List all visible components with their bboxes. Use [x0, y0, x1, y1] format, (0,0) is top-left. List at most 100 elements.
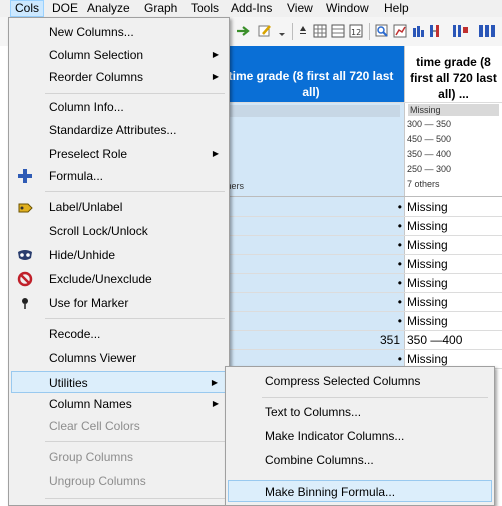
menu-item-label: Make Indicator Columns... [265, 429, 405, 443]
graph-builder-icon[interactable] [393, 24, 407, 38]
menu-separator [45, 441, 225, 442]
menu-tools[interactable]: Tools [187, 0, 223, 17]
column-header[interactable]: time grade (8 first all 720 last all) ..… [405, 46, 502, 102]
menu-item-column-names[interactable]: Column Names ▶ [11, 393, 227, 415]
menu-help[interactable]: Help [380, 0, 413, 17]
fit-model-icon[interactable] [452, 24, 470, 38]
table-cell[interactable]: • [390, 217, 402, 236]
menu-window[interactable]: Window [322, 0, 373, 17]
menu-view[interactable]: View [283, 0, 317, 17]
menu-item-reorder-columns[interactable]: Reorder Columns ▶ [11, 66, 227, 88]
sort-ascending-icon[interactable] [298, 24, 308, 38]
menu-item-use-for-marker[interactable]: Use for Marker [11, 292, 227, 314]
table-cell[interactable]: Missing [407, 312, 448, 331]
menu-doe[interactable]: DOE [48, 0, 82, 17]
menu-item-standardize-attributes[interactable]: Standardize Attributes... [11, 119, 227, 141]
row-divider [218, 292, 502, 293]
calculator-icon[interactable]: 12 [349, 24, 363, 38]
table-icon[interactable] [313, 24, 327, 38]
dropdown-icon[interactable] [278, 24, 286, 38]
submenu-arrow-icon: ▶ [212, 149, 219, 158]
menu-item-label: Column Info... [49, 100, 124, 114]
marker-pin-icon [17, 295, 33, 311]
menu-item-combine-columns[interactable]: Combine Columns... [228, 449, 492, 471]
menu-cols[interactable]: Cols [10, 0, 45, 17]
menu-item-exclude-unexclude[interactable]: Exclude/Unexclude [11, 268, 227, 290]
menu-item-clear-cell-colors: Clear Cell Colors [11, 415, 227, 437]
table-cell[interactable]: • [390, 293, 402, 312]
table-cell[interactable]: • [390, 255, 402, 274]
menu-item-formula[interactable]: Formula... [11, 165, 227, 187]
summary-divider [218, 196, 502, 197]
menu-item-label: Preselect Role [49, 147, 128, 161]
column-summary-left: thers [218, 103, 404, 195]
menu-item-hide-unhide[interactable]: Hide/Unhide [11, 244, 227, 266]
menu-item-label: Exclude/Unexclude [49, 272, 152, 286]
menu-item-label: Compress Selected Columns [265, 374, 421, 388]
column-header-label: time grade (8 first all 720 last all) ..… [410, 55, 497, 101]
utilities-submenu: Compress Selected Columns Text to Column… [225, 366, 495, 506]
submenu-arrow-icon: ▶ [212, 50, 219, 59]
menu-item-column-info[interactable]: Column Info... [11, 96, 227, 118]
distribution-icon[interactable] [411, 24, 425, 38]
submenu-arrow-icon: ▶ [212, 72, 219, 81]
fit-y-by-x-icon[interactable] [429, 24, 447, 38]
row-divider [218, 311, 502, 312]
magnify-icon[interactable] [375, 24, 389, 38]
svg-text:12: 12 [351, 28, 361, 37]
table-cell[interactable]: Missing [407, 198, 448, 217]
table-cell[interactable]: Missing [407, 255, 448, 274]
table-cell[interactable]: • [390, 236, 402, 255]
menu-item-label-unlabel[interactable]: Label/Unlabel [11, 196, 227, 218]
row-divider [218, 216, 502, 217]
table-cell[interactable]: Missing [407, 236, 448, 255]
menu-item-recode[interactable]: Recode... [11, 323, 227, 345]
summary-bar-missing: Missing [408, 104, 499, 116]
menu-bar: Cols DOE Analyze Graph Tools Add-Ins Vie… [0, 0, 502, 18]
menu-item-ungroup-columns: Ungroup Columns [11, 470, 227, 492]
menu-separator [45, 191, 225, 192]
menu-item-make-indicator-columns[interactable]: Make Indicator Columns... [228, 425, 492, 447]
table-cell[interactable]: Missing [407, 293, 448, 312]
menu-item-scroll-lock[interactable]: Scroll Lock/Unlock [11, 220, 227, 242]
menu-item-label: Label/Unlabel [49, 200, 123, 214]
row-divider [218, 254, 502, 255]
summary-level: 450 — 500 [407, 134, 452, 144]
summary-bar [222, 105, 400, 117]
table-cell[interactable]: • [390, 274, 402, 293]
list-table-icon[interactable] [331, 24, 345, 38]
menu-item-label: Formula... [49, 169, 104, 183]
menu-item-utilities[interactable]: Utilities ▶ [11, 371, 227, 393]
menu-analyze[interactable]: Analyze [83, 0, 134, 17]
menu-item-new-columns[interactable]: New Columns... [11, 21, 227, 43]
column-header-selected[interactable]: time grade (8 first all 720 last all) [218, 46, 404, 102]
row-divider [218, 349, 502, 350]
menu-separator [262, 397, 488, 398]
table-cell[interactable]: 351 [330, 331, 400, 350]
run-arrow-icon[interactable] [236, 24, 251, 38]
menu-item-preselect-role[interactable]: Preselect Role ▶ [11, 143, 227, 165]
label-tag-icon [17, 199, 33, 215]
menu-item-make-binning-formula[interactable]: Make Binning Formula... [228, 480, 492, 502]
menu-item-columns-viewer[interactable]: Columns Viewer [11, 347, 227, 369]
menu-graph[interactable]: Graph [140, 0, 181, 17]
menu-item-label: Utilities [49, 376, 88, 390]
menu-add-ins[interactable]: Add-Ins [227, 0, 276, 17]
column-header-selected-label: time grade (8 first all 720 last all) [228, 69, 394, 99]
table-cell[interactable]: • [390, 198, 402, 217]
menu-item-label: Recode... [49, 327, 101, 341]
menu-item-label: Standardize Attributes... [49, 123, 177, 137]
toolbar-separator [292, 23, 293, 40]
table-cell[interactable]: Missing [407, 274, 448, 293]
table-cell[interactable]: Missing [407, 217, 448, 236]
table-cell[interactable]: 350 —400 [407, 331, 462, 350]
submenu-arrow-icon: ▶ [212, 399, 219, 408]
multivariate-icon[interactable] [478, 24, 496, 38]
menu-item-label: Columns Viewer [49, 351, 137, 365]
menu-item-compress-selected-columns[interactable]: Compress Selected Columns [228, 370, 492, 392]
summary-level: 250 — 300 [407, 164, 452, 174]
menu-item-text-to-columns[interactable]: Text to Columns... [228, 401, 492, 423]
edit-pencil-icon[interactable] [258, 24, 272, 38]
menu-item-column-selection[interactable]: Column Selection ▶ [11, 44, 227, 66]
table-cell[interactable]: • [390, 312, 402, 331]
